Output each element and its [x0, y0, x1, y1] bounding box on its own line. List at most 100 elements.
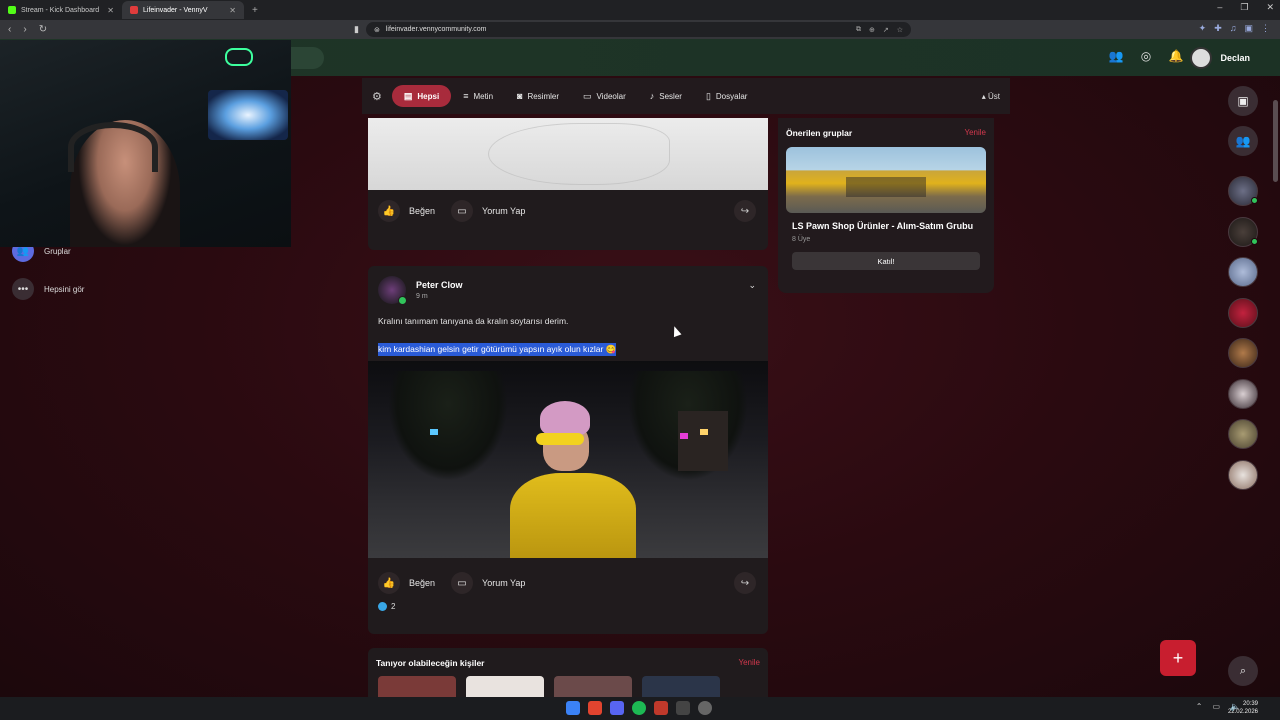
tab-close-icon[interactable]: ✕: [107, 6, 114, 15]
chat-icon[interactable]: ▣: [1228, 86, 1258, 116]
filter-label: Dosyalar: [715, 91, 748, 101]
comment-button[interactable]: ▭ Yorum Yap: [451, 200, 525, 222]
share-icon[interactable]: ↪: [734, 200, 756, 222]
contact-avatar[interactable]: [1228, 338, 1258, 368]
filter-text[interactable]: ≡ Metin: [451, 85, 505, 107]
extension-icon[interactable]: ✦: [1199, 23, 1207, 34]
person-card[interactable]: [554, 676, 632, 698]
restore-icon[interactable]: ❐: [1240, 2, 1248, 13]
star-icon[interactable]: ☆: [897, 26, 903, 34]
kick-favicon-icon: [8, 6, 16, 14]
person-card[interactable]: [466, 676, 544, 698]
post-time: 9 m: [416, 293, 428, 300]
left-sidebar: 👥 Gruplar ••• Hepsini gör: [12, 240, 84, 316]
person-card[interactable]: [642, 676, 720, 698]
address-bar[interactable]: ⊜ lifeinvader.vennycommunity.com ⧉ ⊕ ↗ ☆: [366, 22, 911, 37]
back-icon[interactable]: ‹: [8, 24, 11, 35]
avatar: [1190, 47, 1213, 69]
translate-icon[interactable]: ⧉: [856, 26, 861, 34]
contact-avatar[interactable]: [1228, 297, 1258, 328]
lifeinvader-favicon-icon: [130, 6, 138, 14]
post-image[interactable]: [368, 118, 768, 190]
contact-avatar[interactable]: [1228, 216, 1258, 247]
add-friend-icon[interactable]: 👥: [1228, 126, 1258, 156]
tab-close-icon[interactable]: ✕: [229, 6, 236, 15]
section-title: Önerilen gruplar: [786, 128, 853, 138]
filter-all[interactable]: ▤ Hepsi: [391, 85, 452, 107]
group-name[interactable]: LS Pawn Shop Ürünler - Alım-Satım Grubu: [792, 221, 973, 231]
spotify-icon[interactable]: [632, 701, 646, 715]
share-icon[interactable]: ↗: [883, 26, 889, 34]
media-icon[interactable]: ♫: [1230, 23, 1237, 34]
filter-videos[interactable]: ▭ Videolar: [571, 85, 638, 107]
page-scrollbar[interactable]: [1273, 100, 1278, 182]
tool-icon[interactable]: [676, 701, 690, 715]
site-info-icon[interactable]: ⊜: [374, 26, 380, 34]
people-you-may-know: Tanıyor olabileceğin kişiler Yenile: [368, 648, 768, 698]
feed-post: Peter Clow 9 m ⌄ Kralını tanımam tanıyan…: [368, 266, 768, 634]
like-button[interactable]: 👍 Beğen: [378, 572, 435, 594]
refresh-link[interactable]: Yenile: [964, 128, 986, 137]
thumbs-up-icon: 👍: [378, 572, 400, 594]
section-title: Tanıyor olabileceğin kişiler: [376, 658, 485, 668]
menu-icon[interactable]: ⋮: [1261, 23, 1270, 34]
tray-app-icon[interactable]: ▭: [1212, 702, 1220, 711]
browser-app-icon[interactable]: [588, 701, 602, 715]
friends-icon[interactable]: 👥: [1108, 49, 1124, 63]
minimize-icon[interactable]: –: [1217, 2, 1222, 13]
tray-chevron-icon[interactable]: ⌃: [1196, 702, 1203, 711]
filter-settings-icon[interactable]: ⚙: [362, 90, 392, 103]
post-image[interactable]: [368, 361, 768, 558]
text-icon: ≡: [463, 91, 469, 101]
refresh-link[interactable]: Yenile: [738, 658, 760, 667]
chevron-down-icon[interactable]: ⌄: [748, 280, 756, 291]
sidebar-item-see-all[interactable]: ••• Hepsini gör: [12, 278, 84, 300]
comment-button[interactable]: ▭ Yorum Yap: [451, 572, 525, 594]
hoodie: [510, 473, 636, 558]
join-group-button[interactable]: Katıl!: [792, 252, 980, 270]
filter-files[interactable]: ▯ Dosyalar: [694, 85, 760, 107]
browser-tab-kick[interactable]: Stream - Kick Dashboard ✕: [0, 1, 122, 19]
author-avatar[interactable]: [378, 276, 407, 305]
share-icon[interactable]: ↪: [734, 572, 756, 594]
sidebar-icon[interactable]: ▣: [1244, 23, 1253, 34]
reload-icon[interactable]: ↻: [39, 24, 47, 35]
monitor-glow: [208, 90, 288, 140]
bookmark-icon[interactable]: ▮: [354, 24, 359, 35]
filter-images[interactable]: ◙ Resimler: [505, 85, 571, 107]
notifications-icon[interactable]: 🔔: [1168, 49, 1184, 63]
create-post-button[interactable]: +: [1160, 640, 1196, 676]
puzzle-icon[interactable]: ✚: [1214, 23, 1222, 34]
contact-avatar[interactable]: [1228, 378, 1258, 409]
author-name[interactable]: Peter Clow: [416, 280, 463, 290]
contact-avatar[interactable]: [1228, 419, 1258, 449]
group-image[interactable]: [786, 147, 986, 213]
steam-icon[interactable]: [698, 701, 712, 715]
contact-avatar[interactable]: [1228, 459, 1258, 490]
recorder-icon[interactable]: [654, 701, 668, 715]
filter-label: Metin: [473, 91, 494, 101]
nav-buttons: ‹ › ↻: [0, 24, 60, 35]
forward-icon[interactable]: ›: [23, 24, 26, 35]
post-actions: 👍 Beğen ▭ Yorum Yap: [378, 200, 541, 222]
thumbs-up-icon: 👍: [378, 200, 400, 222]
windows-start-icon[interactable]: [566, 701, 580, 715]
user-menu[interactable]: Declan: [1190, 47, 1250, 69]
people-thumbs: [378, 676, 720, 698]
contact-avatar[interactable]: [1228, 176, 1258, 206]
zoom-icon[interactable]: ⊕: [869, 26, 875, 34]
browser-tab-lifeinvader[interactable]: Lifeinvader - VennyV ✕: [122, 1, 244, 19]
reaction-count[interactable]: 2: [378, 602, 395, 611]
contact-avatar[interactable]: [1228, 257, 1258, 287]
like-button[interactable]: 👍 Beğen: [378, 200, 435, 222]
scroll-top-button[interactable]: ▴ Üst: [982, 92, 1010, 101]
discord-icon[interactable]: [610, 701, 624, 715]
messages-icon[interactable]: ◎: [1138, 49, 1154, 63]
close-window-icon[interactable]: ✕: [1266, 2, 1274, 13]
person-card[interactable]: [378, 676, 456, 698]
list-icon: ▤: [403, 90, 413, 101]
filter-audio[interactable]: ♪ Sesler: [638, 85, 694, 107]
find-people-icon[interactable]: ⌕: [1228, 656, 1258, 686]
system-clock[interactable]: 20:39 22.02.2026: [1228, 700, 1258, 716]
new-tab-button[interactable]: +: [244, 5, 266, 16]
